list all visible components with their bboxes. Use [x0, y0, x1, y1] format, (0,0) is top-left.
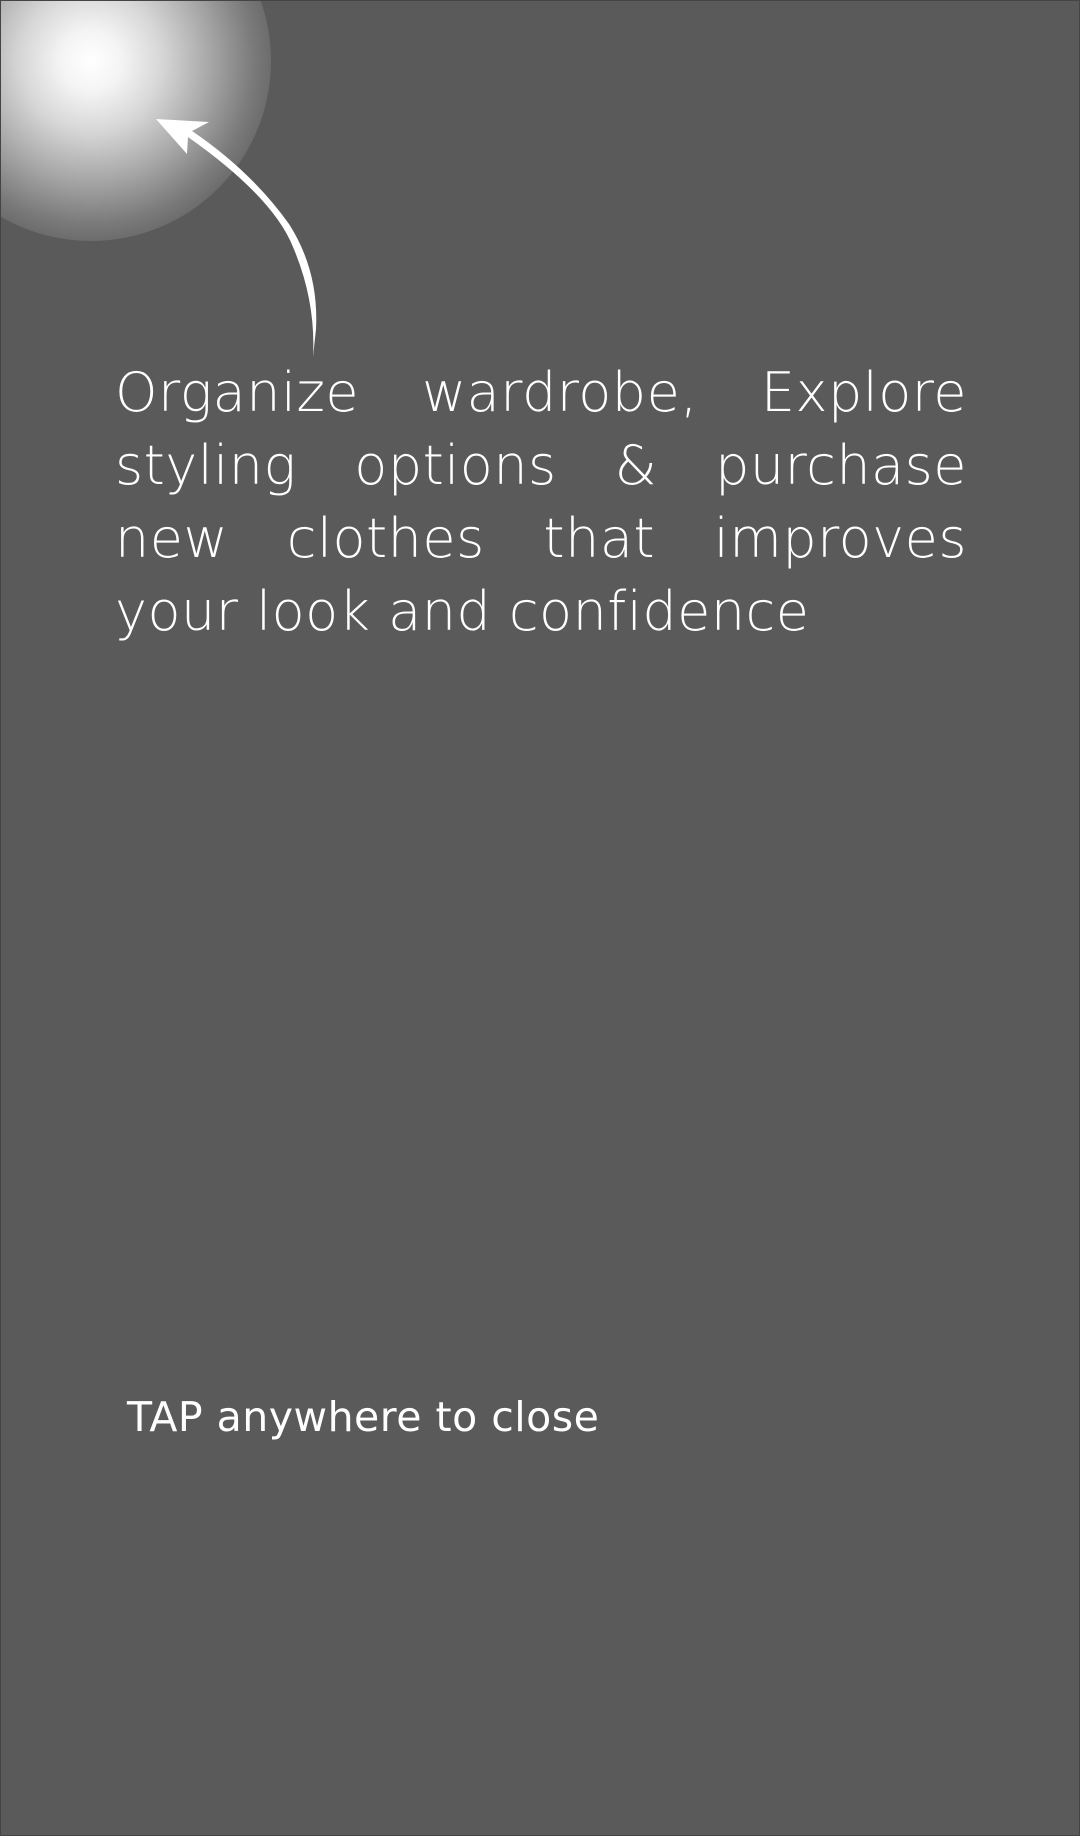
tutorial-overlay[interactable]: Organize wardrobe, Explore styling optio… — [0, 0, 1080, 1836]
close-hint: TAP anywhere to close — [127, 1393, 600, 1441]
curved-arrow-icon — [156, 119, 317, 357]
tutorial-message: Organize wardrobe, Explore styling optio… — [115, 361, 967, 643]
